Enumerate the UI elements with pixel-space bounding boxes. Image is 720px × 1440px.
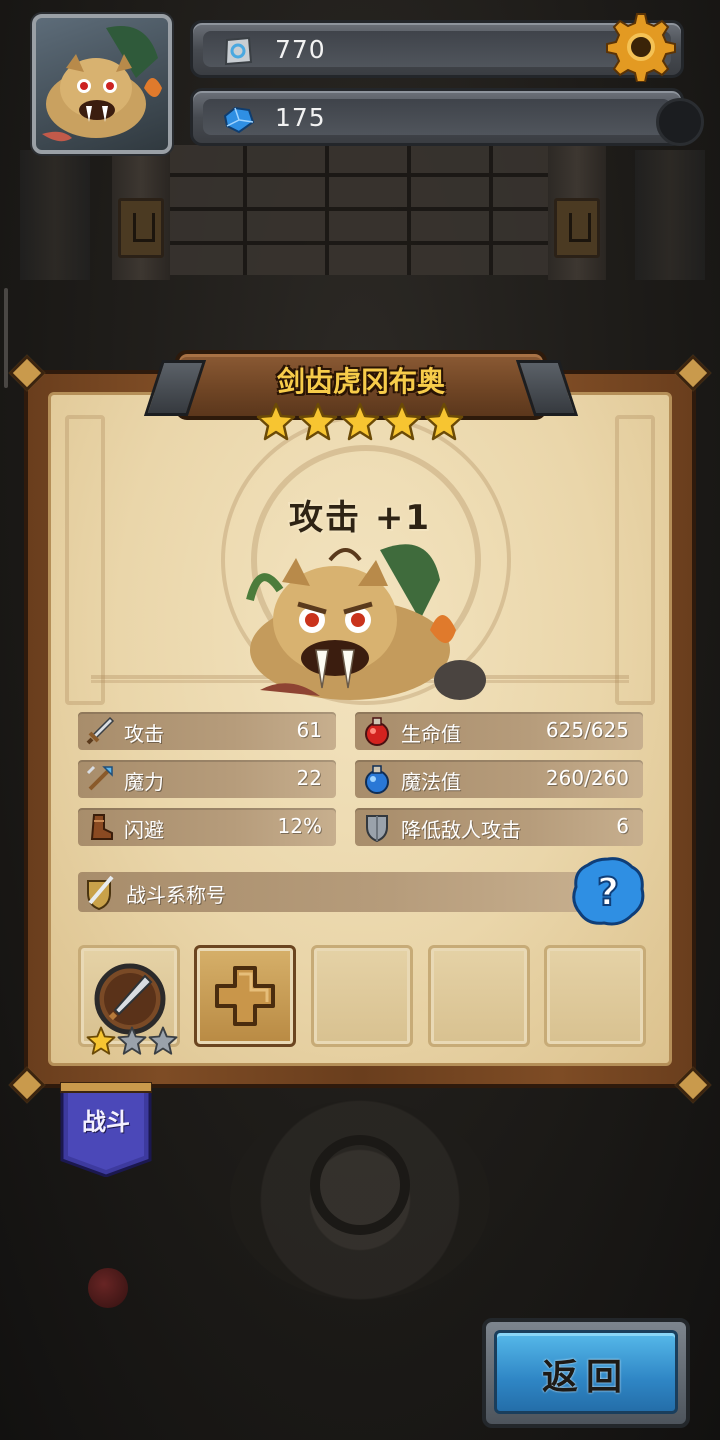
back-button[interactable]: 返回 — [482, 1318, 690, 1428]
rating-star-icon — [382, 402, 422, 442]
hp-value: 625/625 — [545, 718, 629, 742]
player-avatar[interactable] — [32, 14, 172, 154]
gem-resource-bar: 175 — [190, 88, 684, 146]
stat-mp: 魔法值 260/260 — [355, 760, 643, 798]
rating-star-icon — [340, 402, 380, 442]
rating-star-icon — [424, 402, 464, 442]
spear-skill-icon — [94, 963, 166, 1035]
battle-tab-label: 战斗 — [82, 1108, 130, 1136]
stat-dodge: 闪避 12% — [78, 808, 336, 846]
sabertooth-monster-icon — [246, 544, 486, 700]
monster-name: 剑齿虎冈布奥 — [276, 365, 445, 398]
empty-skill-slot-3[interactable] — [311, 945, 413, 1047]
floor-gem — [88, 1268, 128, 1308]
rating-star-icon — [256, 402, 296, 442]
gem-count: 175 — [275, 103, 326, 132]
dodge-value: 12% — [277, 814, 322, 838]
monster-star-rating — [256, 402, 466, 448]
settings-gear-icon[interactable] — [606, 12, 676, 82]
empty-skill-slot-5[interactable] — [544, 945, 646, 1047]
empty-skill-slot-4[interactable] — [428, 945, 530, 1047]
rating-star-icon — [298, 402, 338, 442]
right-column — [635, 150, 705, 280]
battle-title-bar[interactable]: 战斗系称号 — [78, 872, 598, 912]
plus-icon — [215, 966, 275, 1026]
rune-stone-icon — [224, 36, 253, 66]
help-question-icon[interactable]: ? — [570, 855, 646, 927]
boot-icon — [90, 814, 113, 840]
mp-value: 260/260 — [545, 766, 629, 790]
defense-value: 6 — [616, 814, 629, 838]
stat-defense: 降低敌人攻击 6 — [355, 808, 643, 846]
left-column — [20, 150, 90, 280]
skill-star-empty-icon — [148, 1026, 178, 1056]
blue-gem-icon — [223, 106, 255, 134]
skill-slot-1[interactable] — [78, 945, 180, 1055]
stone-count: 770 — [275, 35, 326, 64]
floor-ring — [310, 1135, 410, 1235]
scroll-indicator — [4, 288, 8, 388]
attack-value: 61 — [296, 718, 322, 742]
magic-value: 22 — [296, 766, 322, 790]
add-skill-slot[interactable] — [194, 945, 296, 1047]
stat-magic: 魔力 22 — [78, 760, 336, 798]
stat-attack: 攻击 61 — [78, 712, 336, 750]
battle-tab-banner[interactable]: 战斗 — [60, 1082, 152, 1177]
blue-potion-icon — [365, 765, 389, 794]
right-pillar — [548, 140, 606, 280]
left-pillar — [112, 140, 170, 280]
skill-star-filled-icon — [86, 1026, 116, 1056]
shield-sword-icon — [87, 875, 114, 911]
stat-hp: 生命值 625/625 — [355, 712, 643, 750]
shield-icon — [366, 815, 388, 843]
bar-end-cap — [656, 98, 704, 146]
battle-title-label: 战斗系称号 — [126, 883, 226, 907]
magic-staff-icon — [86, 765, 113, 791]
sabertooth-portrait-icon — [42, 26, 162, 142]
skill-star-rating — [81, 1026, 183, 1056]
brick-wall — [165, 145, 565, 275]
sword-icon — [86, 716, 115, 745]
red-potion-icon — [365, 717, 389, 746]
back-button-label: 返回 — [541, 1357, 630, 1398]
skill-star-empty-icon — [117, 1026, 147, 1056]
svg-text:?: ? — [597, 870, 619, 914]
